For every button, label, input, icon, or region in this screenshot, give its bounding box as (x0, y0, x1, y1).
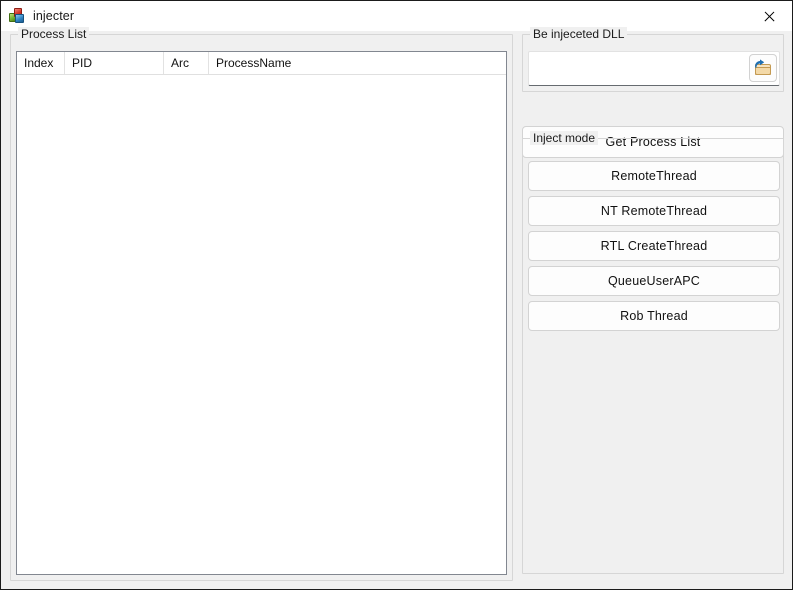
process-list-group: Process List Index PID Arc ProcessName (10, 27, 513, 581)
dll-path-group-label: Be injeceted DLL (530, 27, 628, 41)
inject-rob-thread-button[interactable]: Rob Thread (528, 301, 780, 331)
inject-mode-group: Inject mode RemoteThread NT RemoteThread… (522, 131, 784, 574)
blue-cube-shape (15, 14, 24, 23)
inject-remote-thread-button[interactable]: RemoteThread (528, 161, 780, 191)
inject-nt-remote-thread-label: NT RemoteThread (600, 204, 708, 218)
process-list-view[interactable]: Index PID Arc ProcessName (16, 51, 507, 575)
client-area: Process List Index PID Arc ProcessName B… (1, 27, 792, 589)
dll-path-input[interactable] (528, 51, 780, 86)
inject-mode-group-label: Inject mode (530, 131, 599, 145)
title-bar: injecter (1, 1, 792, 31)
inject-queue-user-apc-label: QueueUserAPC (607, 274, 701, 288)
process-list-body[interactable] (17, 75, 506, 574)
inject-rtl-create-thread-button[interactable]: RTL CreateThread (528, 231, 780, 261)
dll-path-input-wrapper (528, 51, 780, 86)
inject-remote-thread-label: RemoteThread (611, 169, 697, 183)
folder-arrow-shape (755, 59, 765, 68)
column-header-index[interactable]: Index (17, 52, 65, 74)
inject-queue-user-apc-button[interactable]: QueueUserAPC (528, 266, 780, 296)
inject-rob-thread-label: Rob Thread (620, 309, 688, 323)
close-icon (763, 10, 776, 23)
column-header-arc[interactable]: Arc (164, 52, 209, 74)
inject-nt-remote-thread-button[interactable]: NT RemoteThread (528, 196, 780, 226)
dll-path-group: Be injeceted DLL (522, 27, 784, 92)
inject-rtl-create-thread-label: RTL CreateThread (600, 239, 708, 253)
column-header-pid[interactable]: PID (65, 52, 164, 74)
app-window: injecter Process List Index PID Arc Proc… (0, 0, 793, 590)
process-list-header: Index PID Arc ProcessName (17, 52, 506, 75)
app-blocks-icon (9, 8, 25, 24)
process-list-group-label: Process List (18, 27, 90, 41)
column-header-processname[interactable]: ProcessName (209, 52, 506, 74)
open-folder-icon (753, 59, 773, 77)
close-button[interactable] (746, 2, 792, 31)
browse-dll-button[interactable] (749, 54, 777, 82)
